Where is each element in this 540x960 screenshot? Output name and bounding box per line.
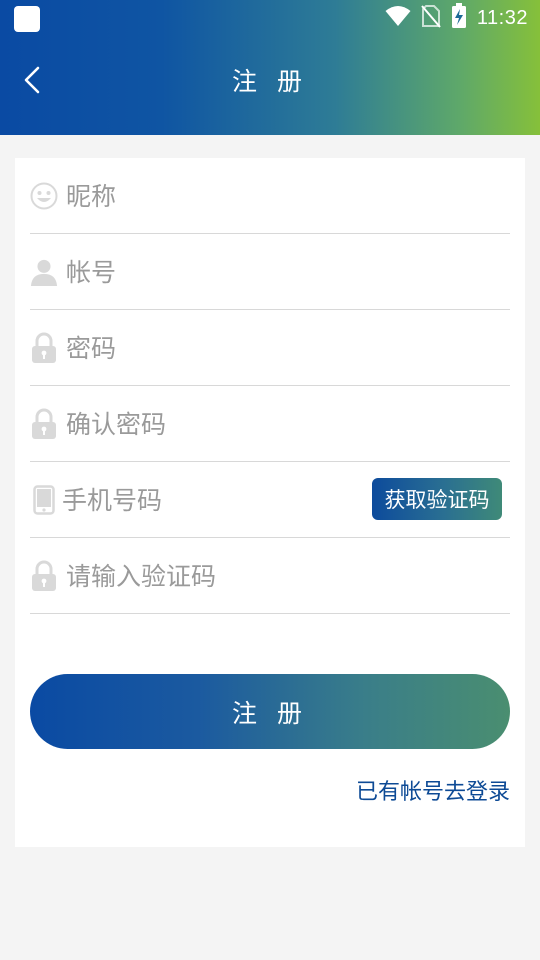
phone-row: 获取验证码 — [30, 462, 510, 538]
status-bar: 11:32 — [0, 0, 540, 36]
no-sim-icon — [421, 4, 441, 32]
nickname-row — [30, 158, 510, 234]
page-title: 注 册 — [232, 67, 308, 96]
phone-icon — [30, 484, 58, 516]
get-code-button[interactable]: 获取验证码 — [372, 478, 502, 520]
account-input[interactable] — [66, 234, 510, 310]
code-row — [30, 538, 510, 614]
lock-icon — [30, 332, 58, 364]
password-input[interactable] — [66, 310, 510, 386]
lock-icon — [30, 408, 58, 440]
app-header: 11:32 注 册 — [0, 0, 540, 135]
verification-code-input[interactable] — [66, 538, 510, 614]
wifi-icon — [385, 5, 411, 31]
register-button[interactable]: 注 册 — [30, 674, 510, 749]
go-login-link[interactable]: 已有帐号去登录 — [356, 774, 510, 806]
status-time: 11:32 — [476, 6, 528, 29]
battery-charging-icon — [451, 3, 467, 33]
confirm-password-row — [30, 386, 510, 462]
confirm-password-input[interactable] — [66, 386, 510, 462]
register-form-card: 获取验证码 注 册 已有帐号去登录 — [15, 158, 525, 847]
user-icon — [30, 256, 58, 288]
nickname-input[interactable] — [66, 158, 510, 234]
phone-input[interactable] — [62, 462, 360, 538]
password-row — [30, 310, 510, 386]
notification-app-icon — [14, 6, 40, 32]
status-right-group: 11:32 — [385, 3, 528, 33]
title-bar: 注 册 — [0, 44, 540, 116]
face-icon — [30, 180, 58, 212]
lock-icon — [30, 560, 58, 592]
account-row — [30, 234, 510, 310]
